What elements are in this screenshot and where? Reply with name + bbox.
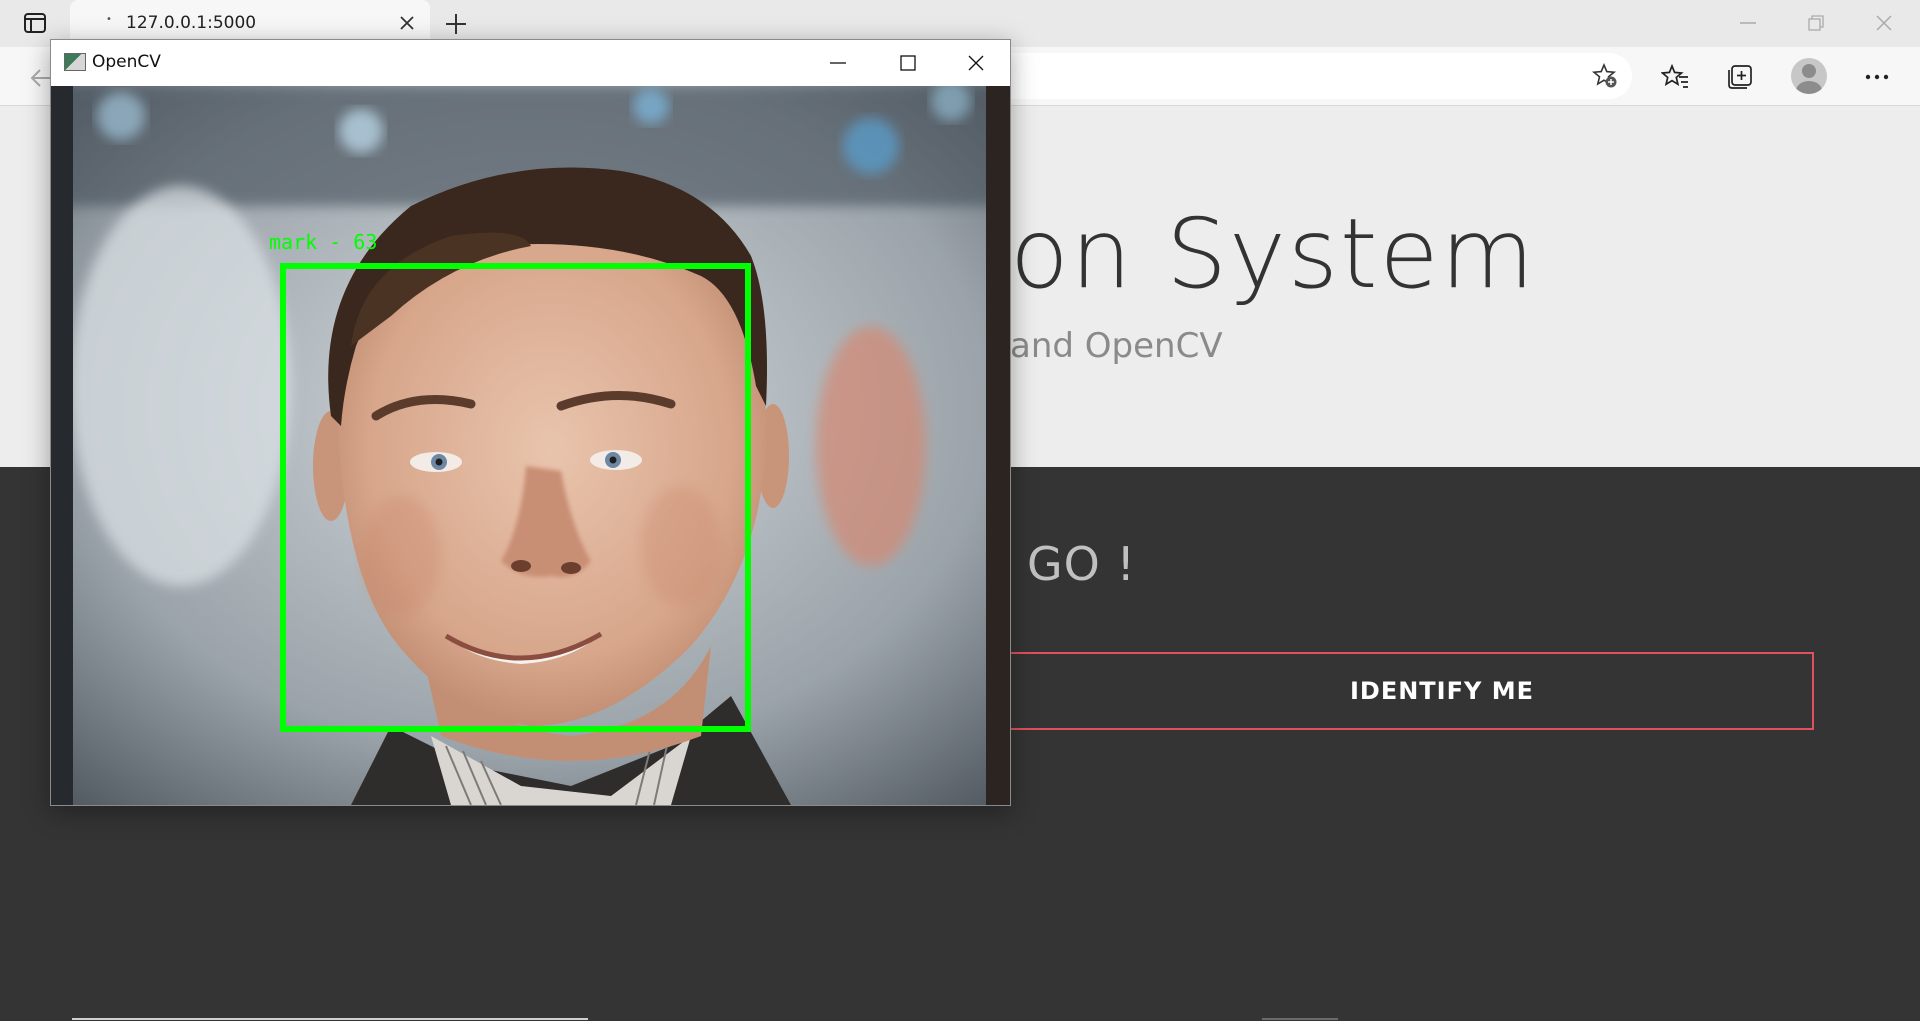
profile-avatar[interactable]: [1791, 58, 1827, 94]
page-subtitle: and OpenCV: [1010, 326, 1223, 366]
plus-icon[interactable]: [440, 8, 472, 40]
opencv-titlebar[interactable]: OpenCV: [51, 40, 1010, 86]
detection-label: mark - 63: [269, 230, 377, 254]
restore-icon[interactable]: [1786, 6, 1846, 40]
go-heading: GO !: [1027, 537, 1136, 591]
camera-image: mark - 63: [51, 86, 1010, 805]
horizontal-scrollbar[interactable]: [72, 1018, 588, 1020]
opencv-window-title: OpenCV: [92, 52, 161, 72]
minimize-icon[interactable]: [1718, 6, 1778, 40]
identify-me-button[interactable]: IDENTIFY ME: [950, 652, 1814, 730]
opencv-window[interactable]: OpenCV mark - 63: [50, 39, 1011, 806]
add-favorite-icon[interactable]: [1591, 62, 1618, 89]
camera-frame: mark - 63: [51, 86, 1010, 805]
tab-favicon: •: [106, 14, 112, 25]
maximize-icon[interactable]: [873, 40, 943, 86]
collections-icon[interactable]: [1723, 60, 1757, 94]
scrollbar-segment: [1262, 1018, 1338, 1020]
close-icon[interactable]: [396, 12, 418, 34]
page-title: on System: [1010, 198, 1537, 310]
favorites-icon[interactable]: [1658, 60, 1692, 94]
minimize-icon[interactable]: [803, 40, 873, 86]
address-bar[interactable]: [980, 53, 1632, 99]
tab-actions-icon[interactable]: [18, 9, 52, 37]
tab-title: 127.0.0.1:5000: [126, 13, 257, 33]
opencv-app-icon: [64, 53, 86, 71]
close-window-icon[interactable]: [1854, 6, 1914, 40]
close-icon[interactable]: [941, 40, 1011, 86]
more-icon[interactable]: [1860, 60, 1894, 94]
